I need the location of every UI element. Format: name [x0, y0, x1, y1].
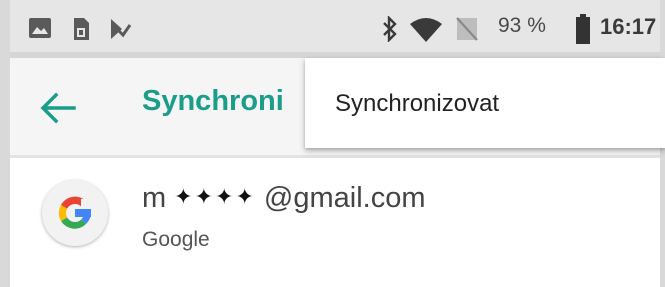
menu-item-synchronizovat[interactable]: Synchronizovat	[335, 90, 499, 118]
battery-icon	[575, 14, 591, 48]
sim-card-icon	[72, 17, 90, 45]
email-redaction: ✦✦✦✦	[170, 184, 260, 210]
photo-edge-left	[0, 0, 10, 287]
email-prefix: m	[142, 182, 167, 214]
battery-percent: 93 %	[498, 14, 546, 37]
status-bar: 93 % 16:17	[10, 0, 660, 58]
back-arrow-icon[interactable]	[38, 90, 78, 126]
no-signal-icon	[455, 16, 479, 46]
google-logo-icon	[42, 180, 108, 246]
bluetooth-icon	[382, 15, 398, 46]
clock: 16:17	[600, 14, 657, 39]
wifi-icon	[410, 18, 442, 46]
page-title: Synchroni	[142, 85, 284, 117]
overflow-menu: Synchronizovat	[305, 58, 665, 148]
account-email: m ✦✦✦✦ @gmail.com	[142, 182, 426, 215]
download-check-icon	[108, 17, 132, 45]
image-icon	[28, 17, 52, 43]
account-provider: Google	[142, 228, 210, 251]
account-row[interactable]: m ✦✦✦✦ @gmail.com Google	[10, 160, 660, 287]
email-suffix: @gmail.com	[263, 182, 426, 214]
redaction-box	[307, 242, 362, 284]
toolbar-divider	[10, 155, 660, 158]
screen: 93 % 16:17 Synchroni Synchronizovat m ✦✦…	[0, 0, 665, 287]
